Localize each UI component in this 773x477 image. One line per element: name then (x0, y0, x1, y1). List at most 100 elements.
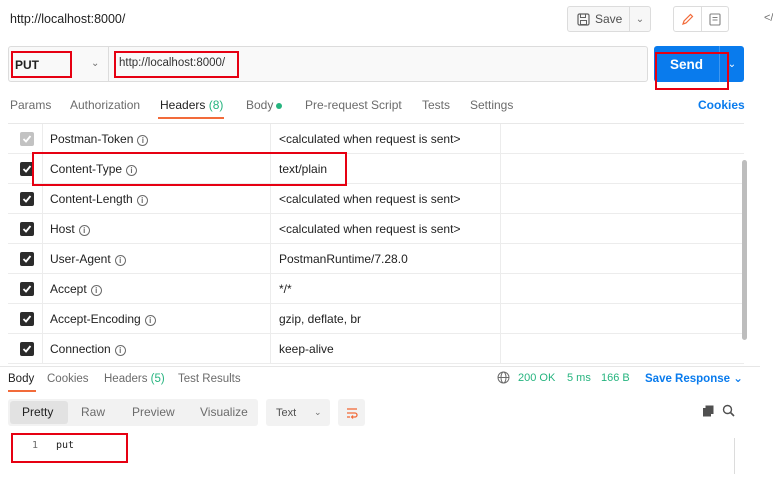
response-tab-body[interactable]: Body (8, 373, 34, 385)
edit-button[interactable] (674, 7, 702, 31)
tab-authorization[interactable]: Authorization (70, 98, 140, 112)
info-icon[interactable]: i (114, 255, 126, 266)
chevron-down-icon: ⌄ (314, 407, 322, 417)
response-tab-test-results[interactable]: Test Results (178, 373, 241, 385)
tab-tests[interactable]: Tests (422, 98, 450, 112)
save-response-button[interactable]: Save Response ⌄ (645, 371, 743, 385)
header-key-cell[interactable]: Accept-Encoding i (42, 304, 270, 333)
tab-settings[interactable]: Settings (470, 98, 513, 112)
wrap-lines-button[interactable] (338, 399, 365, 426)
info-icon[interactable]: i (137, 135, 149, 146)
header-value-cell[interactable]: <calculated when request is sent> (270, 124, 500, 153)
view-visualize[interactable]: Visualize (200, 405, 248, 419)
response-size[interactable]: 166 B (601, 372, 630, 384)
view-pretty[interactable]: Pretty (22, 405, 53, 419)
save-button[interactable]: Save ⌄ (567, 6, 651, 32)
header-description-cell[interactable] (500, 154, 744, 183)
request-title-bar: http://localhost:8000/ Save ⌄ </ (0, 0, 773, 38)
header-checkbox[interactable] (20, 252, 34, 266)
response-status[interactable]: 200 OK (518, 372, 555, 384)
header-key-cell[interactable]: Content-Type i (42, 154, 270, 183)
header-checkbox[interactable] (20, 192, 34, 206)
copy-icon[interactable] (702, 405, 714, 417)
tab-pre-request-script[interactable]: Pre-request Script (305, 98, 402, 112)
chevron-down-icon[interactable]: ⌄ (630, 14, 650, 25)
search-icon[interactable] (722, 404, 735, 417)
header-value-cell[interactable]: <calculated when request is sent> (270, 214, 500, 243)
headers-table: Postman-Token i <calculated when request … (8, 123, 744, 365)
header-value-cell[interactable]: text/plain (270, 154, 500, 183)
header-key-cell[interactable]: User-Agent i (42, 244, 270, 273)
format-select[interactable]: Text ⌄ (266, 399, 330, 426)
send-button-main[interactable]: Send (654, 46, 720, 82)
header-description-cell[interactable] (500, 244, 744, 273)
response-body-editor[interactable]: 1 put (8, 434, 730, 474)
tab-params[interactable]: Params (10, 98, 51, 112)
header-key-cell[interactable]: Host i (42, 214, 270, 243)
code-icon[interactable]: </ (764, 12, 773, 24)
header-row-accept-encoding: Accept-Encoding i gzip, deflate, br (8, 304, 744, 334)
header-value-cell[interactable]: */* (270, 274, 500, 303)
header-key: Accept-Encoding (50, 312, 141, 326)
info-icon[interactable]: i (90, 285, 102, 296)
line-number: 1 (32, 440, 39, 451)
header-value-cell[interactable]: keep-alive (270, 334, 500, 363)
checkmark-icon (22, 315, 32, 323)
header-description-cell[interactable] (500, 184, 744, 213)
response-body-text: put (56, 440, 75, 451)
header-checkbox[interactable] (20, 282, 34, 296)
body-indicator-dot (276, 102, 283, 109)
header-key-cell[interactable]: Connection i (42, 334, 270, 363)
header-value: text/plain (279, 162, 328, 176)
header-checkbox[interactable] (20, 222, 34, 236)
header-key-cell[interactable]: Postman-Token i (42, 124, 270, 153)
tab-label: Headers (104, 373, 148, 385)
headers-count: (8) (208, 98, 224, 112)
header-description-cell[interactable] (500, 214, 744, 243)
tab-headers[interactable]: Headers (8) (160, 98, 223, 112)
header-description-cell[interactable] (500, 274, 744, 303)
header-key-cell[interactable]: Content-Length i (42, 184, 270, 213)
header-value-cell[interactable]: <calculated when request is sent> (270, 184, 500, 213)
header-checkbox[interactable] (20, 132, 34, 146)
header-description-cell[interactable] (500, 124, 744, 153)
header-checkbox-cell (8, 154, 42, 183)
header-checkbox[interactable] (20, 162, 34, 176)
header-value-cell[interactable]: gzip, deflate, br (270, 304, 500, 333)
cookies-link[interactable]: Cookies (698, 98, 745, 112)
view-preview[interactable]: Preview (132, 405, 175, 419)
response-view-toggle: Pretty Raw Preview Visualize (8, 399, 258, 426)
response-scrollbar[interactable] (734, 438, 735, 474)
view-raw[interactable]: Raw (81, 405, 105, 419)
header-checkbox[interactable] (20, 312, 34, 326)
info-icon[interactable]: i (78, 225, 90, 236)
info-icon[interactable]: i (136, 195, 148, 206)
response-time[interactable]: 5 ms (567, 372, 591, 384)
header-key-cell[interactable]: Accept i (42, 274, 270, 303)
header-description-cell[interactable] (500, 304, 744, 333)
checkmark-icon (22, 255, 32, 263)
chevron-down-icon[interactable]: ⌄ (720, 46, 744, 82)
save-button-main[interactable]: Save (568, 7, 630, 31)
wrap-lines-icon (346, 407, 358, 419)
info-icon[interactable]: i (126, 165, 138, 176)
headers-scrollbar[interactable] (742, 160, 747, 340)
header-checkbox-cell (8, 184, 42, 213)
info-icon[interactable]: i (144, 315, 156, 326)
response-tab-headers[interactable]: Headers (5) (104, 373, 165, 385)
method-select[interactable]: PUT ⌄ (9, 47, 109, 81)
header-value-cell[interactable]: PostmanRuntime/7.28.0 (270, 244, 500, 273)
request-title[interactable]: http://localhost:8000/ (10, 12, 125, 26)
url-input[interactable]: http://localhost:8000/ (119, 57, 225, 69)
documentation-button[interactable] (702, 7, 729, 31)
info-icon[interactable]: i (114, 345, 126, 356)
header-description-cell[interactable] (500, 334, 744, 363)
header-checkbox[interactable] (20, 342, 34, 356)
tab-label: Settings (470, 98, 514, 112)
tab-body[interactable]: Body (246, 98, 283, 112)
response-tab-cookies[interactable]: Cookies (47, 373, 89, 385)
checkmark-icon (22, 165, 32, 173)
header-checkbox-cell (8, 274, 42, 303)
globe-icon[interactable] (497, 371, 510, 384)
send-button[interactable]: Send ⌄ (654, 46, 744, 82)
